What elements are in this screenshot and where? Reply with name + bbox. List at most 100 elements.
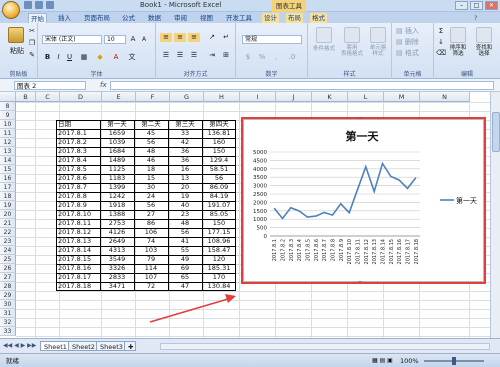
indent-icon[interactable]: ⇥ bbox=[206, 51, 218, 60]
row-header[interactable]: 31 bbox=[0, 309, 16, 318]
office-button[interactable] bbox=[2, 1, 20, 19]
cell-styles-icon[interactable] bbox=[370, 27, 386, 43]
comma-icon[interactable]: , bbox=[270, 53, 282, 62]
tab-data[interactable]: 数据 bbox=[146, 13, 163, 23]
close-button[interactable]: ✕ bbox=[485, 1, 498, 10]
find-select-button[interactable]: 查找和 选择 bbox=[472, 45, 496, 58]
undo-icon[interactable] bbox=[35, 1, 43, 9]
paste-button[interactable]: 粘贴 bbox=[6, 47, 28, 56]
chart-area[interactable]: 第一天 0 500 1000 1500 2000 2500 3000 3500 4000 4500… bbox=[243, 119, 484, 282]
autosum-icon[interactable]: Σ bbox=[436, 27, 446, 36]
border-icon[interactable]: ▦ bbox=[78, 53, 90, 62]
row-header[interactable]: 14 bbox=[0, 156, 16, 165]
copy-icon[interactable]: ❐ bbox=[28, 39, 36, 48]
align-right-icon[interactable]: ☰ bbox=[188, 51, 200, 60]
column-header[interactable]: I bbox=[240, 92, 276, 102]
format-table-icon[interactable] bbox=[344, 27, 360, 43]
minimize-button[interactable]: – bbox=[455, 1, 468, 10]
chart-resize-handle-top[interactable]: ···· bbox=[358, 116, 364, 122]
font-size-select[interactable]: 10 bbox=[104, 35, 126, 44]
cell-styles-button[interactable]: 单元格 样式 bbox=[366, 45, 390, 58]
row-header[interactable]: 23 bbox=[0, 237, 16, 246]
sort-filter-button[interactable]: 排序和 筛选 bbox=[446, 45, 470, 58]
row-header[interactable]: 29 bbox=[0, 291, 16, 300]
sheet-tab-3[interactable]: Sheet3 bbox=[96, 341, 127, 351]
tab-design[interactable]: 设计 bbox=[262, 13, 279, 23]
vertical-scroll-thumb[interactable] bbox=[492, 112, 500, 152]
grow-font-icon[interactable]: A bbox=[128, 35, 138, 44]
delete-cells-button[interactable]: ▤ 删除 bbox=[396, 38, 430, 47]
italic-button[interactable]: I bbox=[54, 53, 63, 62]
tab-page-layout[interactable]: 页面布局 bbox=[82, 13, 112, 23]
column-header[interactable]: G bbox=[170, 92, 204, 102]
currency-icon[interactable]: $ bbox=[242, 53, 254, 62]
phonetic-icon[interactable]: 文 bbox=[126, 53, 138, 62]
vertical-scrollbar[interactable] bbox=[490, 92, 500, 338]
view-buttons[interactable]: ▦ ▤ ▣ bbox=[372, 354, 393, 367]
format-table-button[interactable]: 套用 表格格式 bbox=[338, 45, 366, 58]
redo-icon[interactable] bbox=[46, 1, 54, 9]
shrink-font-icon[interactable]: A bbox=[139, 35, 149, 44]
merge-center-icon[interactable]: ⊞ bbox=[220, 51, 232, 60]
font-name-select[interactable]: 宋体 (正文) bbox=[42, 35, 102, 44]
percent-icon[interactable]: % bbox=[256, 53, 268, 62]
row-header[interactable]: 24 bbox=[0, 246, 16, 255]
row-header[interactable]: 26 bbox=[0, 264, 16, 273]
column-header[interactable]: N bbox=[420, 92, 470, 102]
column-header[interactable]: L bbox=[348, 92, 384, 102]
sort-filter-icon[interactable] bbox=[450, 27, 466, 43]
row-header[interactable]: 13 bbox=[0, 147, 16, 156]
format-painter-icon[interactable]: ✎ bbox=[28, 51, 36, 60]
row-header[interactable]: 12 bbox=[0, 138, 16, 147]
formula-input[interactable] bbox=[110, 81, 494, 90]
row-header[interactable]: 19 bbox=[0, 201, 16, 210]
column-header[interactable]: B bbox=[16, 92, 36, 102]
column-header[interactable]: C bbox=[36, 92, 60, 102]
row-header[interactable]: 25 bbox=[0, 255, 16, 264]
cut-icon[interactable]: ✂ bbox=[28, 27, 36, 36]
find-select-icon[interactable] bbox=[476, 27, 492, 43]
sheet-tab-2[interactable]: Sheet2 bbox=[68, 341, 99, 351]
conditional-format-button[interactable]: 条件格式 bbox=[310, 45, 338, 54]
wrap-text-icon[interactable]: ↵ bbox=[220, 33, 232, 42]
insert-sheet-icon[interactable]: ✚ bbox=[124, 341, 136, 351]
row-header[interactable]: 9 bbox=[0, 111, 16, 120]
paste-icon[interactable] bbox=[8, 27, 24, 43]
column-header[interactable]: F bbox=[136, 92, 170, 102]
maximize-button[interactable]: □ bbox=[470, 1, 483, 10]
fill-icon[interactable]: ↓ bbox=[436, 38, 446, 47]
column-header[interactable]: D bbox=[60, 92, 102, 102]
zoom-slider-thumb[interactable] bbox=[452, 357, 456, 365]
zoom-level[interactable]: 100% bbox=[400, 354, 419, 367]
column-header[interactable]: E bbox=[102, 92, 136, 102]
fx-icon[interactable]: fx bbox=[100, 81, 107, 89]
row-header[interactable]: 15 bbox=[0, 165, 16, 174]
column-header[interactable]: J bbox=[276, 92, 312, 102]
row-header[interactable]: 30 bbox=[0, 300, 16, 309]
bold-button[interactable]: B bbox=[43, 53, 52, 62]
column-header[interactable]: H bbox=[204, 92, 240, 102]
row-header[interactable]: 16 bbox=[0, 174, 16, 183]
decimal-icon[interactable]: .0 bbox=[284, 53, 300, 62]
row-header[interactable]: 17 bbox=[0, 183, 16, 192]
horizontal-scrollbar[interactable] bbox=[160, 343, 490, 350]
align-center-icon[interactable]: ☰ bbox=[174, 51, 186, 60]
conditional-format-icon[interactable] bbox=[316, 27, 332, 43]
align-bottom-icon[interactable]: ≡ bbox=[188, 33, 200, 42]
row-header[interactable]: 18 bbox=[0, 192, 16, 201]
tab-view[interactable]: 视图 bbox=[198, 13, 215, 23]
sheet-tab-1[interactable]: Sheet1 bbox=[40, 341, 71, 351]
fill-color-icon[interactable]: ◆ bbox=[94, 53, 106, 62]
row-header[interactable]: 8 bbox=[0, 102, 16, 111]
underline-button[interactable]: U bbox=[65, 53, 74, 62]
tab-home[interactable]: 开始 bbox=[28, 13, 47, 23]
align-middle-icon[interactable]: ≡ bbox=[174, 33, 186, 42]
column-header[interactable]: K bbox=[312, 92, 348, 102]
tab-developer[interactable]: 开发工具 bbox=[224, 13, 254, 23]
chart-resize-handle-bottom[interactable]: ···· bbox=[358, 280, 364, 286]
tab-layout[interactable]: 布局 bbox=[286, 13, 303, 23]
tab-formulas[interactable]: 公式 bbox=[120, 13, 137, 23]
align-left-icon[interactable]: ☰ bbox=[160, 51, 172, 60]
font-color-icon[interactable]: A bbox=[110, 53, 122, 62]
row-header[interactable]: 22 bbox=[0, 228, 16, 237]
